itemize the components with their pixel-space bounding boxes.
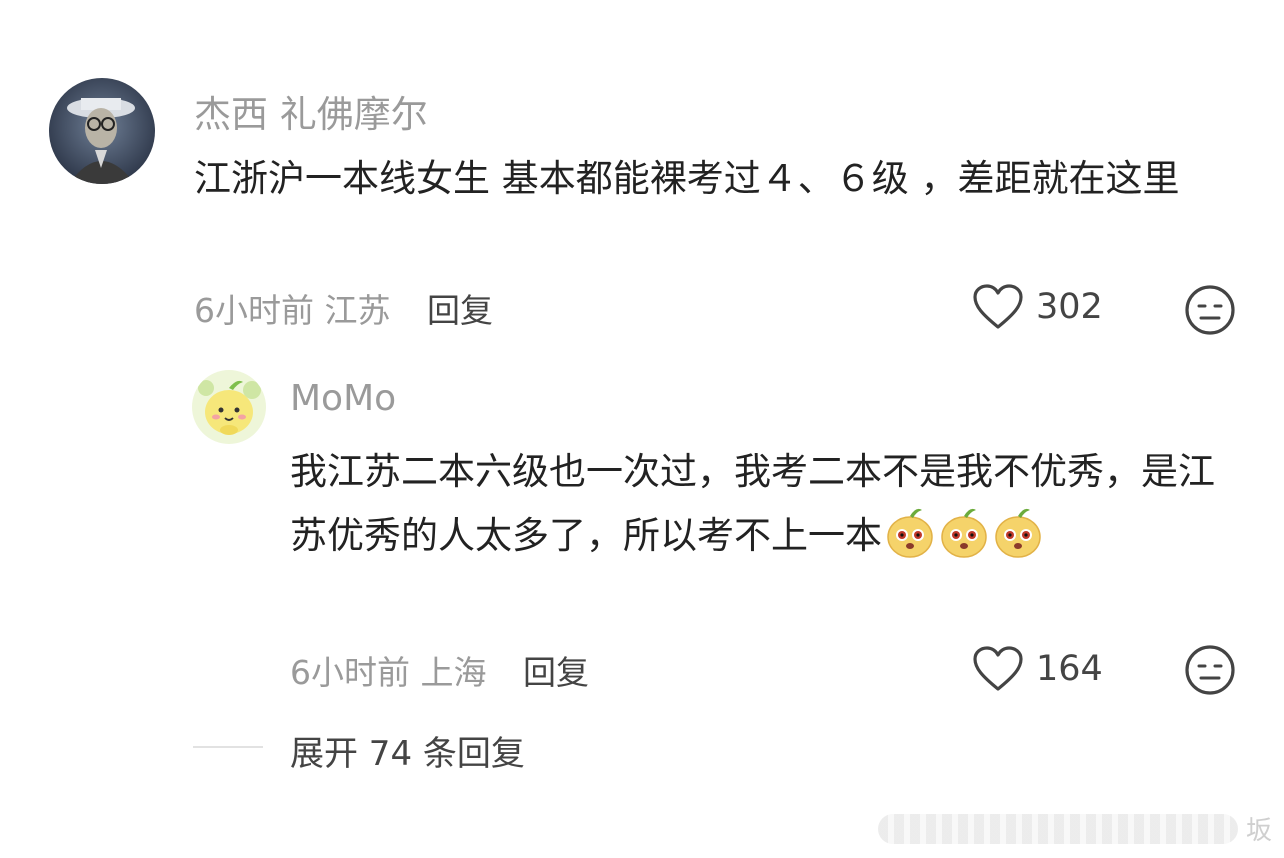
avatar[interactable] bbox=[49, 78, 155, 184]
pear-face-emoji bbox=[884, 504, 936, 560]
comment-time: 6小时前 bbox=[194, 291, 314, 330]
watermark-text: 坂 bbox=[1246, 816, 1273, 846]
comment-thread: 杰西 礼佛摩尔 江浙沪一本线女生 基本都能裸考过４、６级 ，差距就在这里 6小时… bbox=[0, 0, 1284, 858]
comment-username[interactable]: 杰西 礼佛摩尔 bbox=[194, 84, 428, 138]
comment-text: 江浙沪一本线女生 基本都能裸考过４、６级 ，差距就在这里 bbox=[194, 157, 1180, 200]
reply-button[interactable]: 回复 bbox=[427, 291, 493, 330]
expand-replies-button[interactable]: 展开 74 条回复 bbox=[290, 726, 525, 775]
pear-face-emoji bbox=[992, 504, 1044, 560]
comment-location: 江苏 bbox=[324, 291, 391, 330]
comment-meta: 6小时前 江苏 回复 bbox=[194, 284, 493, 332]
reply-like-button[interactable]: 164 bbox=[972, 646, 1103, 692]
reply-avatar[interactable] bbox=[192, 370, 266, 444]
reply-location: 上海 bbox=[420, 653, 487, 692]
reply-username[interactable]: MoMo bbox=[290, 378, 396, 419]
watermark-bar bbox=[878, 813, 1238, 844]
meh-face-icon bbox=[1185, 285, 1235, 335]
reply-dislike-button[interactable] bbox=[1184, 644, 1236, 696]
heart-outline-icon bbox=[973, 284, 1023, 329]
reply-like-count: 164 bbox=[1036, 649, 1103, 689]
reply-reply-button[interactable]: 回复 bbox=[523, 653, 589, 692]
reply-time: 6小时前 bbox=[290, 653, 410, 692]
like-count: 302 bbox=[1036, 287, 1103, 327]
reply-text-block: 我江苏二本六级也一次过，我考二本不是我不优秀，是江苏优秀的人太多了，所以考不上一… bbox=[290, 440, 1240, 568]
expand-divider bbox=[193, 746, 263, 748]
reply-meta: 6小时前 上海 回复 bbox=[290, 646, 589, 694]
pear-face-emoji bbox=[938, 504, 990, 560]
reply-text: 我江苏二本六级也一次过，我考二本不是我不优秀，是江苏优秀的人太多了，所以考不上一… bbox=[290, 450, 1215, 557]
watermark: 坂 bbox=[878, 810, 1272, 847]
meh-face-icon bbox=[1185, 645, 1235, 695]
like-button[interactable]: 302 bbox=[972, 284, 1103, 330]
heart-outline-icon bbox=[973, 646, 1023, 691]
dislike-button[interactable] bbox=[1184, 284, 1236, 336]
